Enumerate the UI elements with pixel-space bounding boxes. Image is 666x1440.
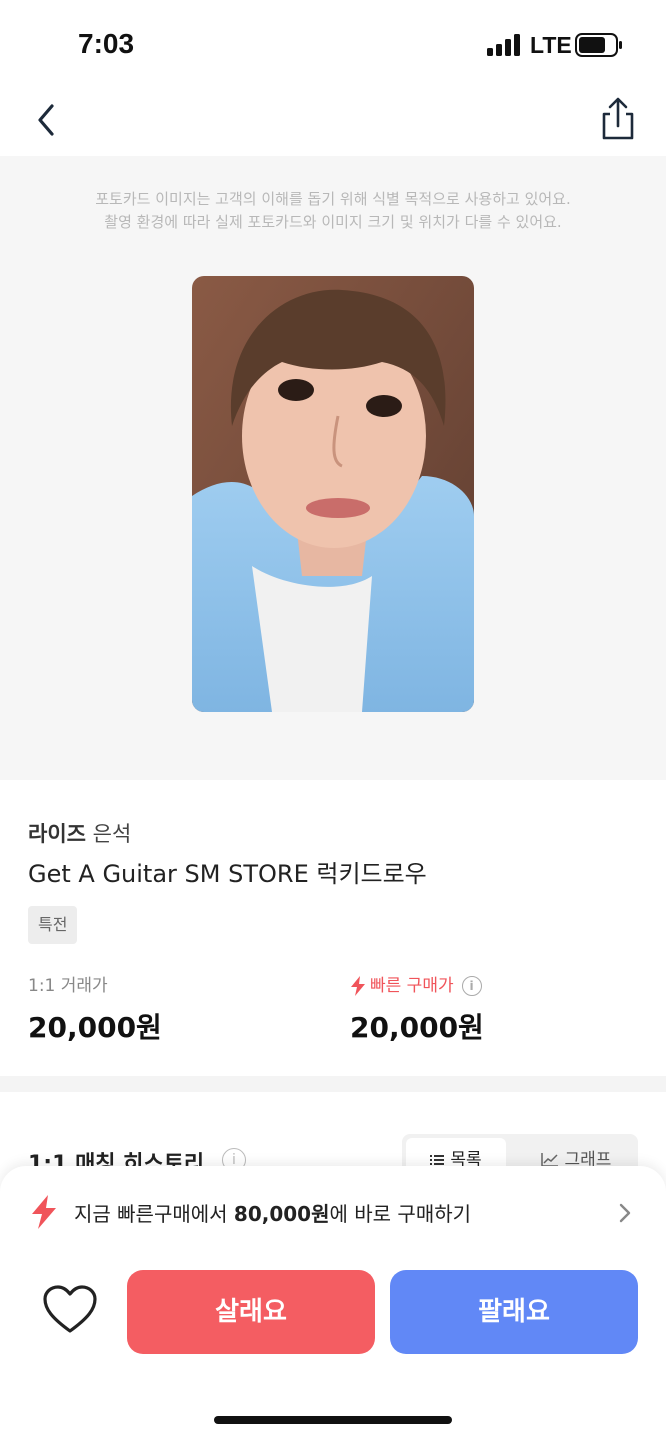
photocard-image-area: 포토카드 이미지는 고객의 이해를 돕기 위해 식별 목적으로 사용하고 있어요… [0, 156, 666, 780]
fast-price-block: 빠른 구매가 i 20,000원 [350, 974, 484, 1046]
product-tag: 특전 [28, 906, 78, 944]
product-name: Get A Guitar SM STORE 럭키드로우 [28, 860, 427, 888]
back-icon[interactable] [30, 98, 64, 142]
share-icon[interactable] [596, 94, 640, 142]
battery-icon [575, 33, 622, 57]
network-label: LTE [530, 32, 572, 58]
fast-price-label: 빠른 구매가 [370, 976, 454, 996]
trade-price-block: 1:1 거래가 20,000원 [28, 974, 162, 1046]
image-notice-line-2: 촬영 환경에 따라 실제 포토카드와 이미지 크기 및 위치가 다를 수 있어요… [104, 213, 562, 231]
sell-button[interactable]: 팔래요 [390, 1270, 638, 1354]
signal-icon [487, 34, 520, 56]
fast-buy-promo[interactable]: 지금 빠른구매에서 80,000원에 바로 구매하기 [30, 1194, 640, 1230]
promo-prefix: 지금 빠른구매에서 [74, 1201, 234, 1226]
member-name[interactable]: 은석 [93, 822, 132, 846]
home-indicator[interactable] [214, 1416, 452, 1424]
group-name[interactable]: 라이즈 [28, 822, 86, 846]
promo-suffix: 에 바로 구매하기 [329, 1201, 472, 1226]
fast-price-label-row: 빠른 구매가 i [350, 974, 484, 998]
info-icon[interactable]: i [461, 976, 482, 996]
image-notice: 포토카드 이미지는 고객의 이해를 돕기 위해 식별 목적으로 사용하고 있어요… [0, 188, 666, 234]
list-icon [430, 1155, 445, 1165]
chevron-right-icon [619, 1203, 631, 1223]
lightning-icon [351, 976, 365, 996]
lightning-icon [32, 1195, 56, 1229]
trade-price-value: 20,000원 [28, 1011, 162, 1044]
promo-amount: 80,000원 [233, 1201, 330, 1226]
fast-price-value: 20,000원 [350, 1011, 484, 1044]
image-notice-line-1: 포토카드 이미지는 고객의 이해를 돕기 위해 식별 목적으로 사용하고 있어요… [95, 190, 571, 208]
nav-bar [0, 88, 666, 156]
purchase-bottom-sheet: 지금 빠른구매에서 80,000원에 바로 구매하기 살래요 팔래요 [0, 1166, 666, 1440]
status-bar: 7:03 LTE [0, 0, 666, 88]
promo-text: 지금 빠른구매에서 80,000원에 바로 구매하기 [74, 1198, 471, 1227]
heart-icon[interactable] [42, 1284, 98, 1336]
photocard-image[interactable] [192, 276, 474, 712]
product-info: 라이즈 은석 Get A Guitar SM STORE 럭키드로우 특전 1:… [0, 780, 666, 1076]
artist-label: 라이즈 은석 [28, 818, 131, 848]
status-time: 7:03 [78, 28, 135, 59]
section-divider [0, 1076, 666, 1092]
buy-button[interactable]: 살래요 [127, 1270, 375, 1354]
trade-price-label: 1:1 거래가 [28, 976, 108, 996]
graph-icon [540, 1153, 558, 1167]
